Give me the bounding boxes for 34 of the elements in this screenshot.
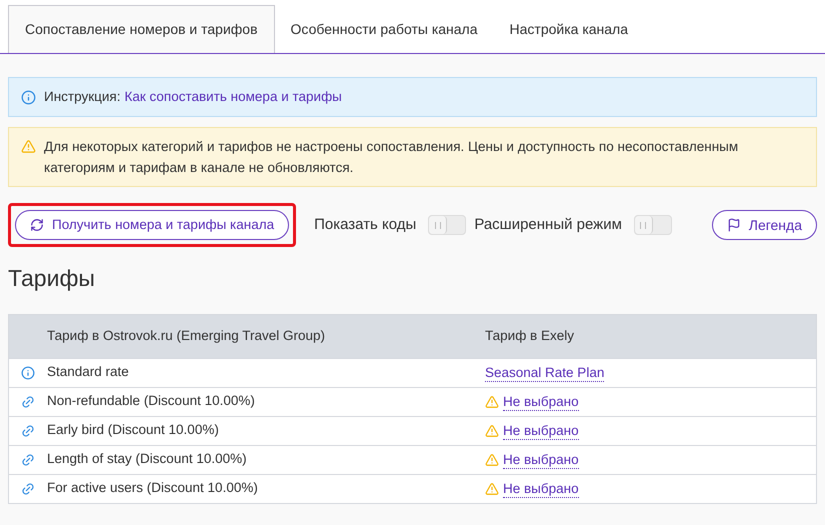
section-title: Тарифы bbox=[8, 264, 96, 293]
toggle-label: Показать коды bbox=[314, 214, 416, 235]
column-header: Тариф в Ostrovok.ru (Emerging Travel Group) bbox=[46, 326, 326, 345]
table-cell-text: Early bird (Discount 10.00%) bbox=[47, 421, 220, 440]
toggle-label: Расширенный режим bbox=[474, 214, 622, 235]
refresh-icon bbox=[30, 218, 44, 232]
tab[interactable]: Сопоставление номеров и тарифов bbox=[8, 5, 275, 53]
tab[interactable]: Особенности работы канала bbox=[274, 5, 494, 53]
warning-icon bbox=[485, 482, 499, 496]
warning-icon bbox=[485, 394, 499, 408]
rate-link[interactable]: Не выбрано bbox=[503, 450, 579, 468]
instruction-link[interactable]: Как сопоставить номера и тарифы bbox=[124, 86, 342, 108]
table-cell-text: Non-refundable (Discount 10.00%) bbox=[47, 392, 256, 410]
legend-button[interactable]: Легенда bbox=[712, 210, 817, 240]
info-icon bbox=[21, 90, 36, 104]
info-icon bbox=[21, 366, 35, 380]
column-header: Тариф в Exely bbox=[485, 326, 574, 345]
toggle-switch[interactable] bbox=[428, 215, 466, 235]
rate-link[interactable]: Seasonal Rate Plan bbox=[485, 364, 604, 382]
table-cell-text: Length of stay (Discount 10.00%) bbox=[47, 450, 248, 468]
warning-icon bbox=[485, 424, 499, 438]
fetch-button[interactable]: Получить номера и тарифы канала bbox=[15, 210, 290, 240]
tab[interactable]: Настройка канала bbox=[494, 5, 644, 53]
table-cell-text: Standard rate bbox=[47, 363, 130, 382]
flag-icon bbox=[726, 218, 741, 232]
warning-text: Для некоторых категорий и тарифов не настроены сопоставления. Цены и доступность по несопоставленным категориям и тарифам в канале не обновляются. bbox=[44, 138, 740, 177]
toggle-switch[interactable] bbox=[634, 215, 672, 235]
rate-link[interactable]: Не выбрано bbox=[503, 392, 579, 410]
table-cell-text: For active users (Discount 10.00%) bbox=[47, 479, 259, 498]
rate-link[interactable]: Не выбрано bbox=[503, 480, 579, 498]
warning-icon bbox=[21, 139, 36, 154]
rate-link[interactable]: Не выбрано bbox=[503, 422, 579, 440]
instruction-label: Инструкция: bbox=[44, 88, 120, 106]
warning-icon bbox=[485, 452, 499, 466]
